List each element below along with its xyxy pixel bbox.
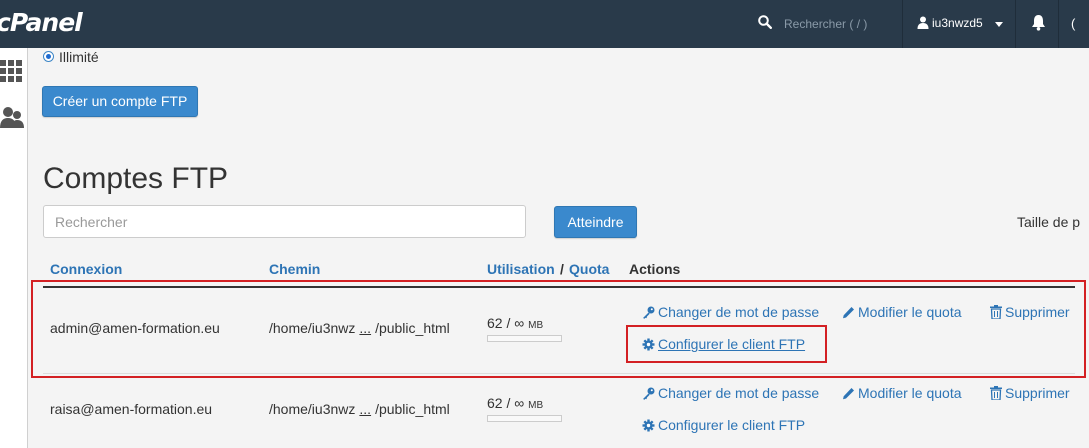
path-start: /home/iu3nwz	[269, 401, 356, 417]
user-icon	[917, 16, 929, 34]
column-header-usage[interactable]: Utilisation	[487, 261, 555, 277]
global-search-input[interactable]: Rechercher ( / )	[784, 17, 867, 31]
bell-icon[interactable]	[1031, 14, 1046, 36]
cpanel-logo[interactable]: cPanel	[0, 8, 83, 37]
usage-value: 62	[487, 395, 503, 411]
page-size-label: Taille de p	[1017, 214, 1081, 230]
column-header-separator: /	[560, 261, 564, 277]
truncated-icon[interactable]: (	[1071, 16, 1075, 31]
create-ftp-account-button[interactable]: Créer un compte FTP	[42, 86, 198, 117]
usage-unit: MB	[528, 400, 544, 411]
quota-unlimited-label: Illimité	[59, 49, 99, 65]
column-header-actions: Actions	[629, 261, 681, 277]
key-icon	[643, 387, 655, 400]
search-icon[interactable]	[758, 15, 773, 34]
configure-ftp-client-link[interactable]: Configurer le client FTP	[642, 417, 805, 433]
page-title: Comptes FTP	[43, 162, 229, 195]
trash-icon	[990, 386, 1002, 401]
users-icon[interactable]	[0, 106, 24, 135]
highlight-row-box	[31, 280, 1086, 378]
chevron-down-icon[interactable]	[995, 22, 1003, 27]
change-password-link[interactable]: Changer de mot de passe	[642, 385, 819, 401]
row-usage: 62 / ∞ MB	[487, 395, 544, 411]
path-expand-link[interactable]: ...	[359, 401, 371, 417]
column-header-quota[interactable]: Quota	[569, 261, 609, 277]
row-login: raisa@amen-formation.eu	[50, 401, 213, 417]
path-end: /public_html	[375, 401, 450, 417]
edit-quota-link[interactable]: Modifier le quota	[842, 385, 962, 401]
pencil-icon	[843, 388, 854, 400]
navbar-divider	[1058, 0, 1059, 48]
top-navbar: cPanel Rechercher ( / ) iu3nwzd5 (	[0, 0, 1089, 48]
grid-icon[interactable]	[0, 60, 22, 87]
navbar-divider	[1015, 0, 1016, 48]
navbar-divider	[902, 0, 903, 48]
go-button[interactable]: Atteindre	[554, 206, 637, 238]
highlight-configure-box	[626, 325, 827, 363]
gear-icon	[642, 419, 655, 432]
accounts-search-input[interactable]	[43, 205, 526, 238]
quota-unlimited-radio[interactable]	[43, 51, 54, 62]
column-header-path[interactable]: Chemin	[269, 261, 320, 277]
column-header-login[interactable]: Connexion	[50, 261, 122, 277]
usage-progress-bar	[487, 415, 562, 422]
delete-link[interactable]: Supprimer	[990, 385, 1070, 401]
quota-value: ∞	[514, 395, 525, 411]
user-menu[interactable]: iu3nwzd5	[932, 16, 983, 30]
row-path: /home/iu3nwz... /public_html	[269, 401, 450, 417]
